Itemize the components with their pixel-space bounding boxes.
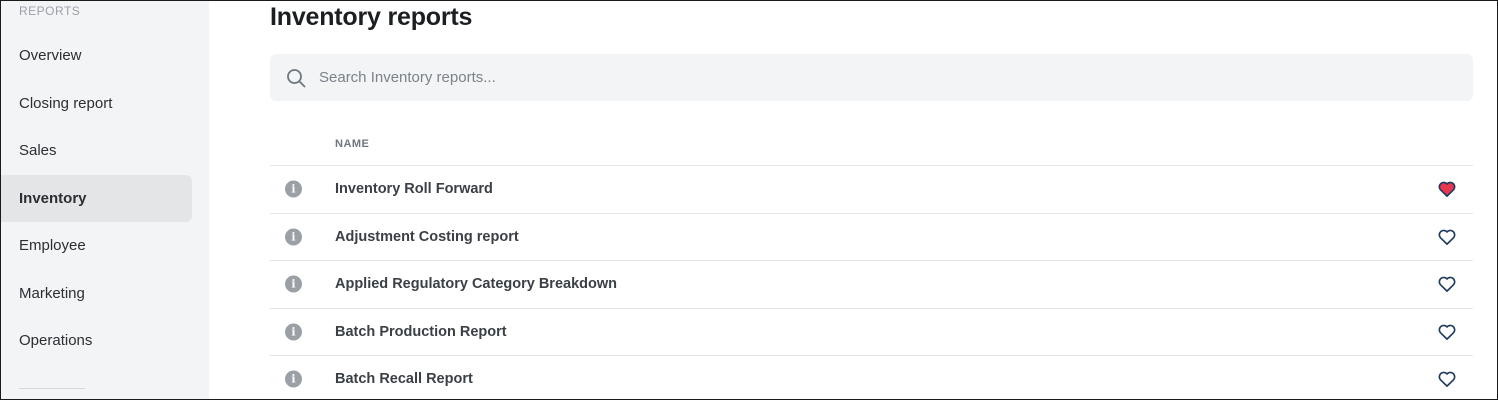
heart-outline-icon[interactable] <box>1438 229 1456 245</box>
heart-outline-icon[interactable] <box>1438 276 1456 293</box>
sidebar-item-marketing[interactable]: Marketing <box>1 270 192 317</box>
sidebar-item-closing-report[interactable]: Closing report <box>1 80 192 127</box>
table-row[interactable]: i Batch Recall Report <box>270 356 1473 399</box>
report-name[interactable]: Batch Recall Report <box>335 371 473 387</box>
report-name[interactable]: Inventory Roll Forward <box>335 181 493 197</box>
sidebar-item-label: Closing report <box>19 95 113 112</box>
reports-table: NAME i Inventory Roll Forward i Adjustme… <box>270 121 1473 399</box>
sidebar-item-label: Marketing <box>19 285 85 302</box>
sidebar-item-label: Employee <box>19 237 86 254</box>
column-header-name[interactable]: NAME <box>335 138 369 150</box>
table-row[interactable]: i Inventory Roll Forward <box>270 166 1473 214</box>
heart-filled-icon[interactable] <box>1438 181 1456 198</box>
sidebar-item-overview[interactable]: Overview <box>1 32 192 79</box>
table-row[interactable]: i Batch Production Report <box>270 309 1473 356</box>
page-title: Inventory reports <box>270 3 473 31</box>
app-window: REPORTS Overview Closing report Sales In… <box>0 0 1498 400</box>
info-icon[interactable]: i <box>285 180 302 198</box>
info-icon[interactable]: i <box>285 275 302 293</box>
sidebar-item-label: Sales <box>19 142 57 159</box>
report-name[interactable]: Batch Production Report <box>335 324 507 340</box>
search-box[interactable] <box>270 54 1473 101</box>
search-input[interactable] <box>319 69 1419 86</box>
sidebar-item-operations[interactable]: Operations <box>1 317 192 364</box>
main-content: Inventory reports NAME i Inventory Roll … <box>209 1 1497 399</box>
info-icon[interactable]: i <box>285 370 302 388</box>
table-row[interactable]: i Adjustment Costing report <box>270 214 1473 261</box>
sidebar-heading: REPORTS <box>19 4 81 18</box>
sidebar-item-inventory[interactable]: Inventory <box>1 175 192 222</box>
sidebar: REPORTS Overview Closing report Sales In… <box>1 1 209 399</box>
sidebar-item-label: Overview <box>19 47 82 64</box>
info-icon[interactable]: i <box>285 323 302 341</box>
sidebar-item-sales[interactable]: Sales <box>1 127 192 174</box>
info-icon[interactable]: i <box>285 228 302 246</box>
sidebar-item-employee[interactable]: Employee <box>1 222 192 269</box>
report-name[interactable]: Adjustment Costing report <box>335 229 519 245</box>
sidebar-item-label: Inventory <box>19 190 87 207</box>
report-name[interactable]: Applied Regulatory Category Breakdown <box>335 276 617 292</box>
heart-outline-icon[interactable] <box>1438 324 1456 340</box>
sidebar-item-label: Operations <box>19 332 93 349</box>
table-header: NAME <box>270 121 1473 166</box>
sidebar-divider <box>19 388 85 389</box>
search-icon <box>285 67 307 89</box>
table-row[interactable]: i Applied Regulatory Category Breakdown <box>270 261 1473 309</box>
heart-outline-icon[interactable] <box>1438 371 1456 388</box>
